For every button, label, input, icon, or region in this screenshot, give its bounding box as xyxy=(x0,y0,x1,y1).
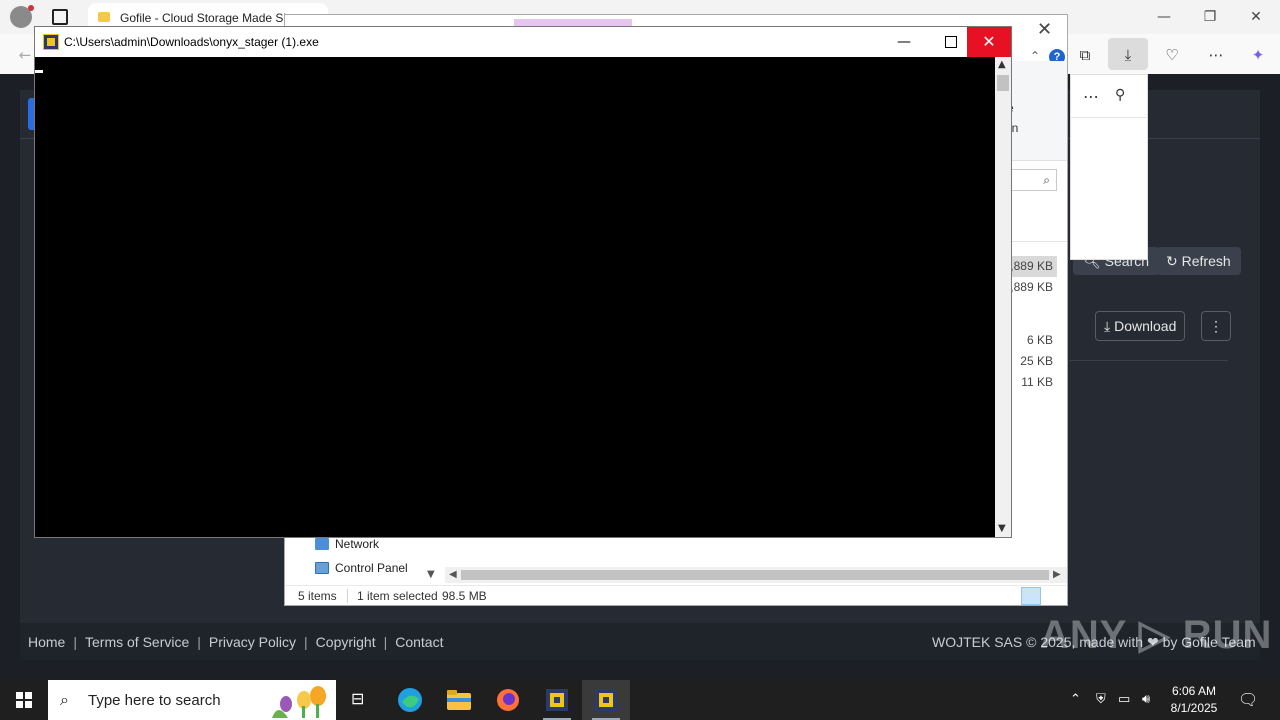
footer-link-copyright[interactable]: Copyright xyxy=(316,634,376,650)
taskbar-python-app[interactable] xyxy=(533,680,581,720)
console-cursor xyxy=(35,70,43,73)
download-file-button[interactable]: ⤓ Download xyxy=(1095,311,1186,341)
nav-item-control-panel[interactable]: Control Panel xyxy=(315,561,408,575)
volume-icon[interactable]: 🔊︎ xyxy=(1142,680,1150,720)
taskbar-search-placeholder: Type here to search xyxy=(88,692,221,709)
horizontal-scrollbar[interactable]: ◀ ▶ xyxy=(445,567,1067,583)
nav-scroll-down-icon[interactable]: ▼ xyxy=(427,569,435,580)
scroll-right-icon[interactable]: ▶ xyxy=(1053,569,1061,580)
download-button-label: Download xyxy=(1114,318,1177,334)
console-minimize-button[interactable]: — xyxy=(881,27,927,57)
console-scroll-thumb[interactable] xyxy=(997,75,1009,91)
console-titlebar[interactable]: C:\Users\admin\Downloads\onyx_stager (1)… xyxy=(35,27,1011,57)
search-icon: ⌕ xyxy=(1043,173,1050,187)
taskbar: ⌕ Type here to search ⊟ ⌃ ⛨ ▭ 🔊︎ 6:06 AM… xyxy=(0,680,1280,720)
search-highlight-flowers-icon xyxy=(272,686,326,718)
explorer-status-bar: 5 items 1 item selected 98.5 MB xyxy=(285,585,1067,605)
search-icon: ⌕ xyxy=(60,690,69,709)
status-separator xyxy=(347,589,348,603)
console-output-area[interactable] xyxy=(35,57,995,537)
scroll-thumb[interactable] xyxy=(461,570,1049,580)
collections-icon[interactable]: ⧉ xyxy=(1074,44,1096,66)
python-icon xyxy=(546,689,568,711)
browser-essentials-icon[interactable]: ♡ xyxy=(1161,44,1183,66)
footer-link-terms[interactable]: Terms of Service xyxy=(85,634,189,650)
anyrun-watermark: ANY ▷ RUN xyxy=(1040,613,1273,657)
network-icon[interactable]: ▭ xyxy=(1118,680,1130,720)
taskbar-file-explorer[interactable] xyxy=(435,680,483,720)
status-items-count: 5 items xyxy=(298,589,337,603)
scroll-down-icon[interactable]: ▼ xyxy=(998,523,1006,534)
pin-icon[interactable]: ⚲ xyxy=(1115,87,1125,103)
explorer-search-box[interactable]: ⌕ xyxy=(1011,169,1057,191)
notification-dot xyxy=(28,5,34,11)
security-icon[interactable]: ⛨ xyxy=(1096,680,1106,720)
back-icon[interactable]: ← xyxy=(14,44,36,66)
windows-logo-icon xyxy=(16,692,32,708)
flyout-more-icon[interactable]: ⋯ xyxy=(1083,87,1099,106)
nav-item-label: Control Panel xyxy=(335,561,408,575)
console-scrollbar[interactable]: ▲ ▼ xyxy=(995,57,1011,537)
system-clock[interactable]: 6:06 AM 8/1/2025 xyxy=(1164,683,1224,717)
refresh-icon: ↻ xyxy=(1166,253,1178,269)
browser-minimize-button[interactable]: — xyxy=(1144,6,1184,28)
scroll-up-icon[interactable]: ▲ xyxy=(998,59,1006,70)
footer-links: Home | Terms of Service | Privacy Policy | Cop… xyxy=(28,634,444,650)
folder-icon xyxy=(447,690,471,710)
nav-item-label: Network xyxy=(335,537,380,551)
show-hidden-icons-button[interactable]: ⌃ xyxy=(1070,680,1081,720)
taskbar-search-box[interactable]: ⌕ Type here to search xyxy=(48,680,336,720)
network-icon xyxy=(315,538,329,550)
tab-actions-icon[interactable] xyxy=(52,9,68,25)
copilot-icon[interactable]: ✦ xyxy=(1247,44,1269,66)
explorer-divider xyxy=(1011,241,1067,242)
flyout-divider xyxy=(1071,117,1147,118)
status-selected: 1 item selected xyxy=(357,589,438,603)
browser-restore-button[interactable]: ❐ xyxy=(1190,6,1230,28)
console-close-button[interactable]: ✕ xyxy=(967,27,1011,57)
clock-time: 6:06 AM xyxy=(1171,684,1217,698)
large-icons-view-button[interactable] xyxy=(1043,587,1063,605)
file-more-menu-button[interactable]: ⋮ xyxy=(1201,311,1231,341)
console-title: C:\Users\admin\Downloads\onyx_stager (1)… xyxy=(64,35,319,49)
nav-item-network[interactable]: Network xyxy=(315,537,379,551)
footer-link-privacy[interactable]: Privacy Policy xyxy=(209,634,296,650)
firefox-icon xyxy=(497,689,519,711)
footer-link-contact[interactable]: Contact xyxy=(395,634,443,650)
taskbar-firefox[interactable] xyxy=(484,680,532,720)
refresh-button-label: Refresh xyxy=(1181,253,1231,269)
more-options-icon[interactable]: ⋯ xyxy=(1205,44,1227,66)
console-window: C:\Users\admin\Downloads\onyx_stager (1)… xyxy=(34,26,1012,538)
clock-date: 8/1/2025 xyxy=(1170,701,1218,715)
browser-close-button[interactable]: ✕ xyxy=(1236,6,1276,28)
footer-link-home[interactable]: Home xyxy=(28,634,65,650)
download-file-icon: ⤓ xyxy=(1104,318,1111,334)
refresh-button[interactable]: ↻ Refresh xyxy=(1156,247,1241,275)
edge-icon xyxy=(398,688,422,712)
python-icon xyxy=(595,689,617,711)
details-view-button[interactable] xyxy=(1021,587,1041,605)
task-view-icon: ⊟ xyxy=(351,689,365,708)
task-view-button[interactable]: ⊟ xyxy=(336,680,384,720)
explorer-close-button[interactable]: ✕ xyxy=(1037,19,1052,40)
start-button[interactable] xyxy=(0,680,48,720)
downloads-flyout: ⋯ ⚲ xyxy=(1070,74,1148,260)
notifications-icon[interactable]: 🗨︎ xyxy=(1238,680,1258,720)
gofile-favicon-icon xyxy=(98,12,110,22)
status-size: 98.5 MB xyxy=(442,589,487,603)
control-panel-icon xyxy=(315,562,329,574)
file-row-divider xyxy=(1070,360,1228,361)
download-icon[interactable]: ⤓ xyxy=(1117,44,1139,66)
scroll-left-icon[interactable]: ◀ xyxy=(449,569,457,580)
taskbar-console-app[interactable] xyxy=(582,680,630,720)
taskbar-edge[interactable] xyxy=(386,680,434,720)
console-app-icon xyxy=(43,34,59,50)
